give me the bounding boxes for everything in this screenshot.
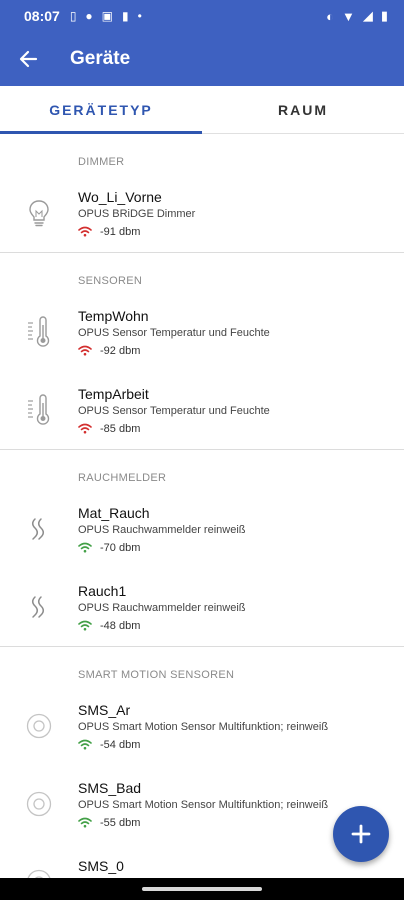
section: RAUCHMELDER Mat_Rauch OPUS Rauchwammelder … [0,450,404,647]
signal-value: -92 dbm [100,344,141,357]
smoke-icon [0,515,78,543]
device-type: OPUS Sensor Temperatur und Feuchte [78,326,270,339]
device-name: Wo_Li_Vorne [78,188,162,205]
device-text: Mat_Rauch OPUS Rauchwammelder reinweiß -70… [78,505,404,554]
wifi-icon: ▼ [341,8,355,24]
signal-strength: -70 dbm [78,542,404,554]
add-device-button[interactable] [333,806,389,862]
device-list-item[interactable]: TempArbeit OPUS Sensor Temperatur und Feu… [0,371,404,449]
data-saver-icon: ◐ [326,8,334,24]
device-list: DIMMER Wo_Li_Vorne OPUS BRiDGE Dimmer -91 d… [0,134,404,878]
device-type: OPUS Rauchwammelder reinweiß [78,601,246,614]
device-name: Mat_Rauch [78,504,150,521]
battery-saver-icon: ▮ [122,9,129,23]
smoke-icon [0,593,78,621]
status-right-icons: ◐ ▼ ◢ ▮ [326,8,388,24]
device-list-item[interactable]: Rauch1 OPUS Rauchwammelder reinweiß -48 db… [0,568,404,646]
wifi-signal-icon [78,423,92,434]
tab-raum[interactable]: RAUM [202,86,404,133]
wifi-signal-icon [78,226,92,237]
device-name: SMS_Ar [78,701,131,718]
signal-strength: -91 dbm [78,226,404,238]
app-bar: Geräte [0,32,404,86]
section-header: SENSOREN [78,275,143,287]
signal-value: -91 dbm [100,225,141,238]
device-name: TempArbeit [78,385,149,402]
tab-geraetetyp[interactable]: GERÄTETYP [0,86,202,134]
motion-sensor-icon [0,868,78,878]
signal-value: -48 dbm [100,619,141,632]
section: DIMMER Wo_Li_Vorne OPUS BRiDGE Dimmer -91 d… [0,134,404,253]
thermometer-icon [0,315,78,349]
signal-value: -70 dbm [100,541,141,554]
system-nav-bar [0,878,404,900]
device-type: OPUS Rauchwammelder reinweiß [78,523,246,536]
device-text: SMS_Ar OPUS Smart Motion Sensor Multifunk… [78,702,404,751]
signal-strength: -85 dbm [78,423,404,435]
device-type: OPUS Smart Motion Sensor Multifunktion; … [78,720,329,733]
wifi-signal-icon [78,739,92,750]
section-header: DIMMER [78,156,125,168]
wifi-signal-icon [78,542,92,553]
section: SENSOREN TempWohn OPUS Sensor Temperatur u… [0,253,404,450]
wifi-signal-icon [78,817,92,828]
device-name: Rauch1 [78,582,127,599]
status-bar: 08:07 ▯ ● ▣ ▮ • ◐ ▼ ◢ ▮ [0,0,404,32]
signal-strength: -54 dbm [78,739,404,751]
signal-icon: ◢ [362,8,373,23]
device-name: TempWohn [78,307,149,324]
bulb-icon [0,198,78,228]
status-time: 08:07 [24,8,60,24]
signal-strength: -92 dbm [78,345,404,357]
home-gesture-handle[interactable] [142,887,262,891]
motion-sensor-icon [0,712,78,740]
status-left-icons: ▯ ● ▣ ▮ • [70,9,142,23]
section-header: RAUCHMELDER [78,472,167,484]
sim-icon: ▯ [69,9,77,23]
device-text: TempArbeit OPUS Sensor Temperatur und Feu… [78,386,404,435]
sim-card-icon: ▣ [101,9,114,23]
wifi-signal-icon [78,620,92,631]
device-name: SMS_Bad [78,779,142,796]
motion-sensor-icon [0,790,78,818]
device-list-item[interactable]: TempWohn OPUS Sensor Temperatur und Feuch… [0,293,404,371]
device-list-item[interactable]: SMS_Ar OPUS Smart Motion Sensor Multifunk… [0,687,404,765]
device-type: OPUS BRiDGE Dimmer [78,207,196,220]
arrow-back-icon [19,50,38,68]
battery-icon: ▮ [380,8,388,23]
thermometer-icon [0,393,78,427]
wifi-signal-icon [78,345,92,356]
back-button[interactable] [0,32,56,86]
device-type: OPUS Sensor Temperatur und Feuchte [78,404,270,417]
signal-value: -85 dbm [100,422,141,435]
signal-value: -55 dbm [100,816,141,829]
plus-icon [351,824,371,844]
device-text: Rauch1 OPUS Rauchwammelder reinweiß -48 db… [78,583,404,632]
section-header: SMART MOTION SENSOREN [78,669,235,681]
dot-icon: • [137,9,142,23]
device-list-item[interactable]: Wo_Li_Vorne OPUS BRiDGE Dimmer -91 dbm [0,174,404,252]
device-text: TempWohn OPUS Sensor Temperatur und Feuch… [78,308,404,357]
tab-bar: GERÄTETYP RAUM [0,86,404,134]
signal-strength: -48 dbm [78,620,404,632]
device-list-item[interactable]: Mat_Rauch OPUS Rauchwammelder reinweiß -70… [0,490,404,568]
device-text: Wo_Li_Vorne OPUS BRiDGE Dimmer -91 dbm [78,189,404,238]
signal-value: -54 dbm [100,738,141,751]
page-title: Geräte [70,48,131,69]
notification-icon: ● [85,9,93,23]
